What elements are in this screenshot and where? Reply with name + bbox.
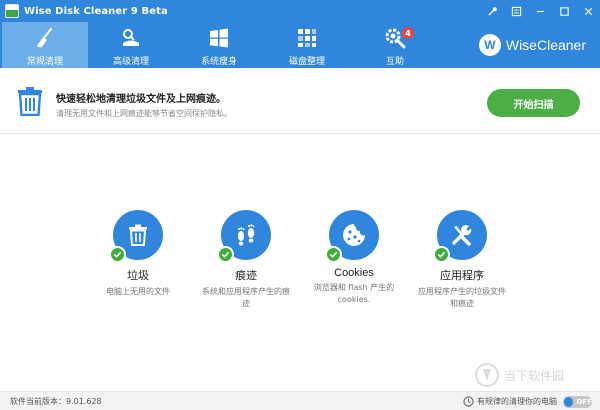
tab-system-slim[interactable]: 系统瘦身 [176,22,262,68]
menu-icon [511,6,521,16]
watermark: 当下软件园 [474,362,564,388]
banner-title: 快速轻松地清理垃圾文件及上网痕迹。 [56,94,226,105]
toggle-knob [564,397,574,407]
tab-label: 高级清理 [112,57,149,67]
category-cookies[interactable]: Cookies 浏览器和 flash 产生的 cookies. [304,210,404,306]
window-controls [480,0,600,22]
banner-description: 清理无用文件和上网痕迹能够节省空间保护隐私。 [56,109,232,118]
checkmark-icon [437,251,446,258]
skin-icon [487,6,497,16]
wisecleaner-logo: W [478,34,501,56]
category-applications[interactable]: 应用程序 应用程序产生的垃圾文件和痕迹 [412,210,512,310]
skin-button[interactable] [480,0,504,22]
category-description: 电脑上无用的文件 [106,287,170,296]
category-icon-circle[interactable] [217,210,271,263]
minimize-icon [536,10,544,12]
tab-label: 磁盘整理 [288,57,325,67]
cookie-icon [343,224,365,246]
checkbox-checked[interactable] [109,246,126,263]
status-bar: 软件当前版本：9.01.628 有规律的清理你的电脑 OFF [0,391,600,410]
close-icon [584,7,592,15]
advanced-clean-icon [123,29,139,46]
tab-label: 系统瘦身 [200,57,237,67]
tab-regular-clean[interactable]: 常规清理 [2,22,88,68]
checkbox-checked[interactable] [325,246,342,263]
tab-disk-defrag[interactable]: 磁盘整理 [264,22,350,68]
windows-icon [210,28,228,48]
tools-icon [452,225,472,246]
checkbox-checked[interactable] [433,246,450,263]
start-scan-button[interactable]: 开始扫描 [487,89,580,117]
checkmark-icon [221,251,230,258]
main-toolbar: 常规清理 高级清理 系统瘦身 磁盘整理 4 互助 W WiseCleaner [0,22,600,68]
category-description: 浏览器和 flash 产生的 cookies. [313,283,395,304]
tab-label: 互助 [385,57,404,67]
tab-mutual-help[interactable]: 4 互助 [352,22,438,68]
window-title: Wise Disk Cleaner 9 Beta [24,5,168,17]
maximize-button[interactable] [552,0,576,22]
schedule-clean-label[interactable]: 有规律的清理你的电脑 [477,396,557,407]
category-icon-circle[interactable] [109,210,163,263]
checkmark-icon [113,251,122,258]
brand[interactable]: W WiseCleaner [478,34,586,56]
title-bar: Wise Disk Cleaner 9 Beta [0,0,600,22]
brand-name: WiseCleaner [505,37,586,53]
app-icon [5,4,19,18]
schedule-toggle[interactable]: OFF [563,396,592,408]
minimize-button[interactable] [528,0,552,22]
footprints-icon [237,224,255,246]
clock-icon [463,396,474,407]
checkmark-icon [329,251,338,258]
category-icon-circle[interactable] [433,210,487,263]
checkbox-checked[interactable] [217,246,234,263]
category-icon-circle[interactable] [325,210,379,263]
category-title: Cookies [334,267,374,279]
version-text: 软件当前版本：9.01.628 [10,397,102,406]
category-traces[interactable]: 痕迹 系统和应用程序产生的痕迹 [196,210,296,310]
broom-icon [37,27,53,48]
tab-advanced-clean[interactable]: 高级清理 [88,22,174,68]
toggle-label: OFF [576,398,592,406]
trash-icon [129,224,147,246]
tab-label: 常规清理 [26,57,63,67]
category-description: 应用程序产生的垃圾文件和痕迹 [418,287,506,308]
watermark-text: 当下软件园 [504,368,565,383]
close-button[interactable] [576,0,600,22]
category-title: 垃圾 [127,270,149,282]
category-title: 痕迹 [235,270,257,282]
menu-button[interactable] [504,0,528,22]
category-junk[interactable]: 垃圾 电脑上无用的文件 [88,210,188,298]
trash-icon [18,87,42,116]
defrag-icon [298,29,316,47]
notification-badge: 4 [402,27,414,39]
watermark-logo-icon [475,363,499,387]
category-title: 应用程序 [440,270,484,282]
maximize-icon [559,6,569,16]
category-description: 系统和应用程序产生的痕迹 [202,287,290,308]
